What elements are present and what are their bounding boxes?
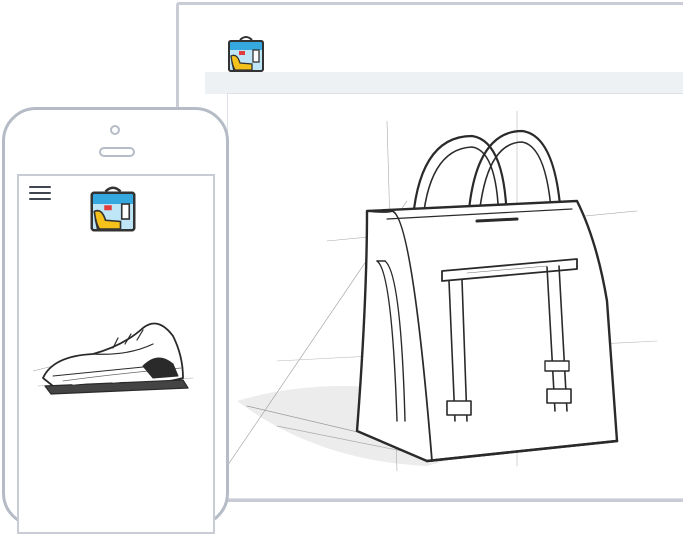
shoe-bag-logo-icon[interactable] bbox=[226, 34, 266, 74]
handbag-sketch bbox=[217, 110, 658, 481]
phone-screen bbox=[17, 174, 215, 534]
sneaker-sketch bbox=[33, 322, 194, 395]
hamburger-menu-icon[interactable] bbox=[29, 186, 51, 202]
phone-speaker bbox=[99, 147, 135, 157]
phone-camera bbox=[110, 125, 120, 135]
desktop-browser-frame bbox=[176, 2, 683, 502]
shoe-bag-logo-icon[interactable] bbox=[87, 184, 139, 234]
phone-frame bbox=[2, 107, 229, 534]
desktop-nav-bar bbox=[205, 72, 683, 94]
desktop-content-area bbox=[217, 93, 683, 499]
